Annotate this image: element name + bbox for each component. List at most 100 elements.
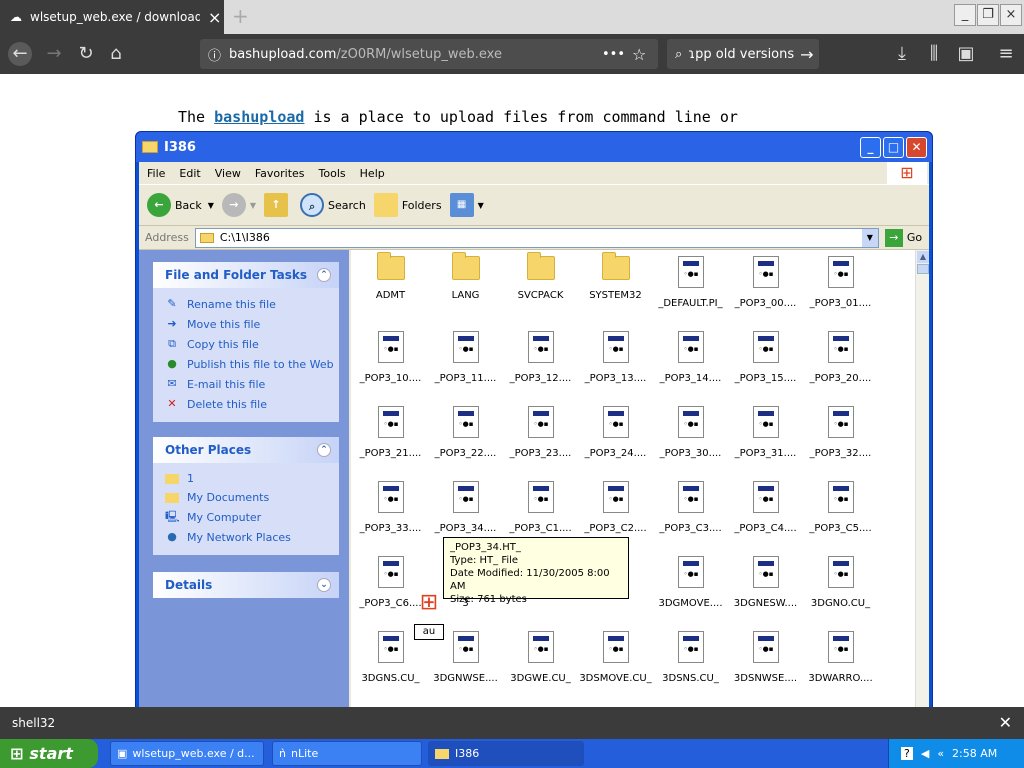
folder-item[interactable]: SYSTEM32 xyxy=(578,252,653,301)
collapse-chevron-icon[interactable]: ⌃ xyxy=(317,268,331,282)
task-rename[interactable]: ✎ Rename this file xyxy=(153,294,339,314)
place-my-computer[interactable]: 🖳 My Computer xyxy=(153,507,339,527)
folder-item[interactable]: LANG xyxy=(428,252,503,301)
browser-tab[interactable]: ☁ wlsetup_web.exe / download fror × xyxy=(0,0,224,34)
close-tab-icon[interactable]: × xyxy=(208,8,221,27)
new-tab-icon[interactable]: + xyxy=(232,4,249,28)
file-item[interactable]: ◦●▪ _POP3_13.... xyxy=(578,331,653,384)
file-item[interactable]: ◦●▪ 3DSNWSE.... xyxy=(728,631,803,684)
other-places-header[interactable]: Other Places ⌃ xyxy=(153,437,339,463)
restore-window-button[interactable]: ❐ xyxy=(977,4,999,26)
file-item[interactable]: ◦●▪ _POP3_23.... xyxy=(503,406,578,459)
taskbar-item-nlite[interactable]: ǹ nLite xyxy=(272,741,422,766)
menu-file[interactable]: File xyxy=(147,167,165,180)
reload-icon[interactable]: ↻ xyxy=(74,42,98,66)
file-item[interactable]: ◦●▪ _POP3_00.... xyxy=(728,256,803,309)
forward-arrow-icon[interactable]: → xyxy=(42,42,66,66)
file-item[interactable]: ◦●▪ _POP3_22.... xyxy=(428,406,503,459)
file-item[interactable]: ◦●▪ 3DGNESW.... xyxy=(728,556,803,609)
place-folder-1[interactable]: 1 xyxy=(153,469,339,488)
close-window-button[interactable]: × xyxy=(1000,4,1022,26)
page-actions-icon[interactable]: ••• xyxy=(602,47,625,62)
file-item[interactable]: ◦●▪ _POP3_34.... xyxy=(428,481,503,534)
file-item[interactable]: ◦●▪ 3DGWE.CU_ xyxy=(503,631,578,684)
menu-favorites[interactable]: Favorites xyxy=(255,167,305,180)
menu-edit[interactable]: Edit xyxy=(179,167,200,180)
bashupload-link[interactable]: bashupload xyxy=(214,108,304,126)
task-publish[interactable]: ● Publish this file to the Web xyxy=(153,354,339,374)
scroll-up-icon[interactable]: ▲ xyxy=(917,251,929,263)
folder-item[interactable]: ADMT xyxy=(353,252,428,301)
views-dropdown-icon[interactable]: ▼ xyxy=(478,201,484,210)
file-item[interactable]: ◦●▪ _POP3_C4.... xyxy=(728,481,803,534)
place-my-network[interactable]: ● My Network Places xyxy=(153,527,339,547)
search-button[interactable]: ⌕ Search xyxy=(300,193,366,217)
place-my-documents[interactable]: My Documents xyxy=(153,488,339,507)
scroll-thumb[interactable] xyxy=(917,264,929,274)
task-email[interactable]: ✉ E-mail this file xyxy=(153,374,339,394)
file-item[interactable]: ◦●▪ _POP3_31.... xyxy=(728,406,803,459)
views-button[interactable]: ▦ ▼ xyxy=(449,193,484,217)
download-label[interactable]: shell32 xyxy=(12,716,55,730)
file-item[interactable]: ◦●▪ 3DWARRO.... xyxy=(803,631,878,684)
back-dropdown-icon[interactable]: ▼ xyxy=(208,201,214,210)
file-item[interactable]: ◦●▪ _POP3_01.... xyxy=(803,256,878,309)
menu-view[interactable]: View xyxy=(215,167,241,180)
file-item[interactable]: ◦●▪ _POP3_11.... xyxy=(428,331,503,384)
go-button[interactable]: → Go xyxy=(884,228,922,247)
file-item[interactable]: ◦●▪ _POP3_20.... xyxy=(803,331,878,384)
file-item[interactable]: ◦●▪ _POP3_33.... xyxy=(353,481,428,534)
taskbar-item-browser[interactable]: ▣ wlsetup_web.exe / d... xyxy=(110,741,264,766)
menu-icon[interactable]: ≡ xyxy=(994,42,1018,66)
task-delete[interactable]: ✕ Delete this file xyxy=(153,394,339,414)
show-hidden-icons-icon[interactable]: « xyxy=(937,747,944,760)
library-icon[interactable]: ⫼ xyxy=(922,42,946,66)
file-item[interactable]: ◦●▪ _POP3_12.... xyxy=(503,331,578,384)
file-item[interactable]: ◦●▪ _POP3_21.... xyxy=(353,406,428,459)
file-item[interactable]: ◦●▪ _POP3_C1.... xyxy=(503,481,578,534)
close-download-bar-icon[interactable]: ✕ xyxy=(999,713,1012,732)
file-tasks-header[interactable]: File and Folder Tasks ⌃ xyxy=(153,262,339,288)
file-item[interactable]: ◦●▪ 3DGMOVE.... xyxy=(653,556,728,609)
file-item[interactable]: ◦●▪ _POP3_24.... xyxy=(578,406,653,459)
home-icon[interactable]: ⌂ xyxy=(104,42,128,66)
file-item[interactable]: ◦●▪ 3DGNO.CU_ xyxy=(803,556,878,609)
explorer-titlebar[interactable]: I386 xyxy=(136,132,932,162)
file-item[interactable]: ◦●▪ _DEFAULT.PI_ xyxy=(653,256,728,309)
dragged-windows-flag-icon[interactable]: ⊞ xyxy=(414,590,444,615)
bookmark-star-icon[interactable]: ☆ xyxy=(632,45,646,64)
volume-icon[interactable]: ◀ xyxy=(921,747,929,760)
search-go-arrow-icon[interactable]: → xyxy=(800,45,813,64)
collapse-chevron-icon[interactable]: ⌃ xyxy=(317,443,331,457)
forward-button[interactable]: → ▼ xyxy=(221,193,256,217)
downloads-icon[interactable]: ⤓ xyxy=(890,42,914,66)
file-item[interactable]: ◦●▪ 3DSMOVE.CU_ xyxy=(578,631,653,684)
file-item[interactable]: ◦●▪ _POP3_10.... xyxy=(353,331,428,384)
up-folder-button[interactable]: ↑ xyxy=(264,193,292,217)
sidebar-icon[interactable]: ▣ xyxy=(954,42,978,66)
taskbar-item-i386[interactable]: I386 xyxy=(428,741,584,766)
file-item[interactable]: ◦●▪ _POP3_30.... xyxy=(653,406,728,459)
help-icon[interactable]: ? xyxy=(901,747,913,760)
details-header[interactable]: Details ⌄ xyxy=(153,572,339,598)
address-field[interactable]: C:\1\I386 ▼ xyxy=(194,227,879,248)
file-item[interactable]: ◦●▪ _POP3_14.... xyxy=(653,331,728,384)
explorer-close-button[interactable]: ✕ xyxy=(906,137,927,158)
start-button[interactable]: ⊞ start xyxy=(0,739,98,768)
minimize-window-button[interactable]: _ xyxy=(954,4,976,26)
clock[interactable]: 2:58 AM xyxy=(952,747,997,760)
vertical-scrollbar[interactable]: ▲ ▼ xyxy=(915,250,929,724)
back-button[interactable]: ← Back ▼ xyxy=(147,193,214,217)
file-item[interactable]: ◦●▪ _POP3_C5.... xyxy=(803,481,878,534)
file-item[interactable]: ◦●▪ 3DSNS.CU_ xyxy=(653,631,728,684)
search-bar[interactable]: ⌕ ɿpp old versions → xyxy=(667,39,819,69)
menu-tools[interactable]: Tools xyxy=(319,167,346,180)
task-copy[interactable]: ⧉ Copy this file xyxy=(153,334,339,354)
explorer-maximize-button[interactable]: □ xyxy=(883,137,904,158)
url-bar[interactable]: ⓘ bashupload.com/zO0RM/wlsetup_web.exe •… xyxy=(200,39,658,69)
explorer-minimize-button[interactable]: _ xyxy=(860,137,881,158)
folders-button[interactable]: Folders xyxy=(373,193,442,217)
folder-item[interactable]: SVCPACK xyxy=(503,252,578,301)
file-item[interactable]: ◦●▪ _POP3_15.... xyxy=(728,331,803,384)
forward-dropdown-icon[interactable]: ▼ xyxy=(250,201,256,210)
